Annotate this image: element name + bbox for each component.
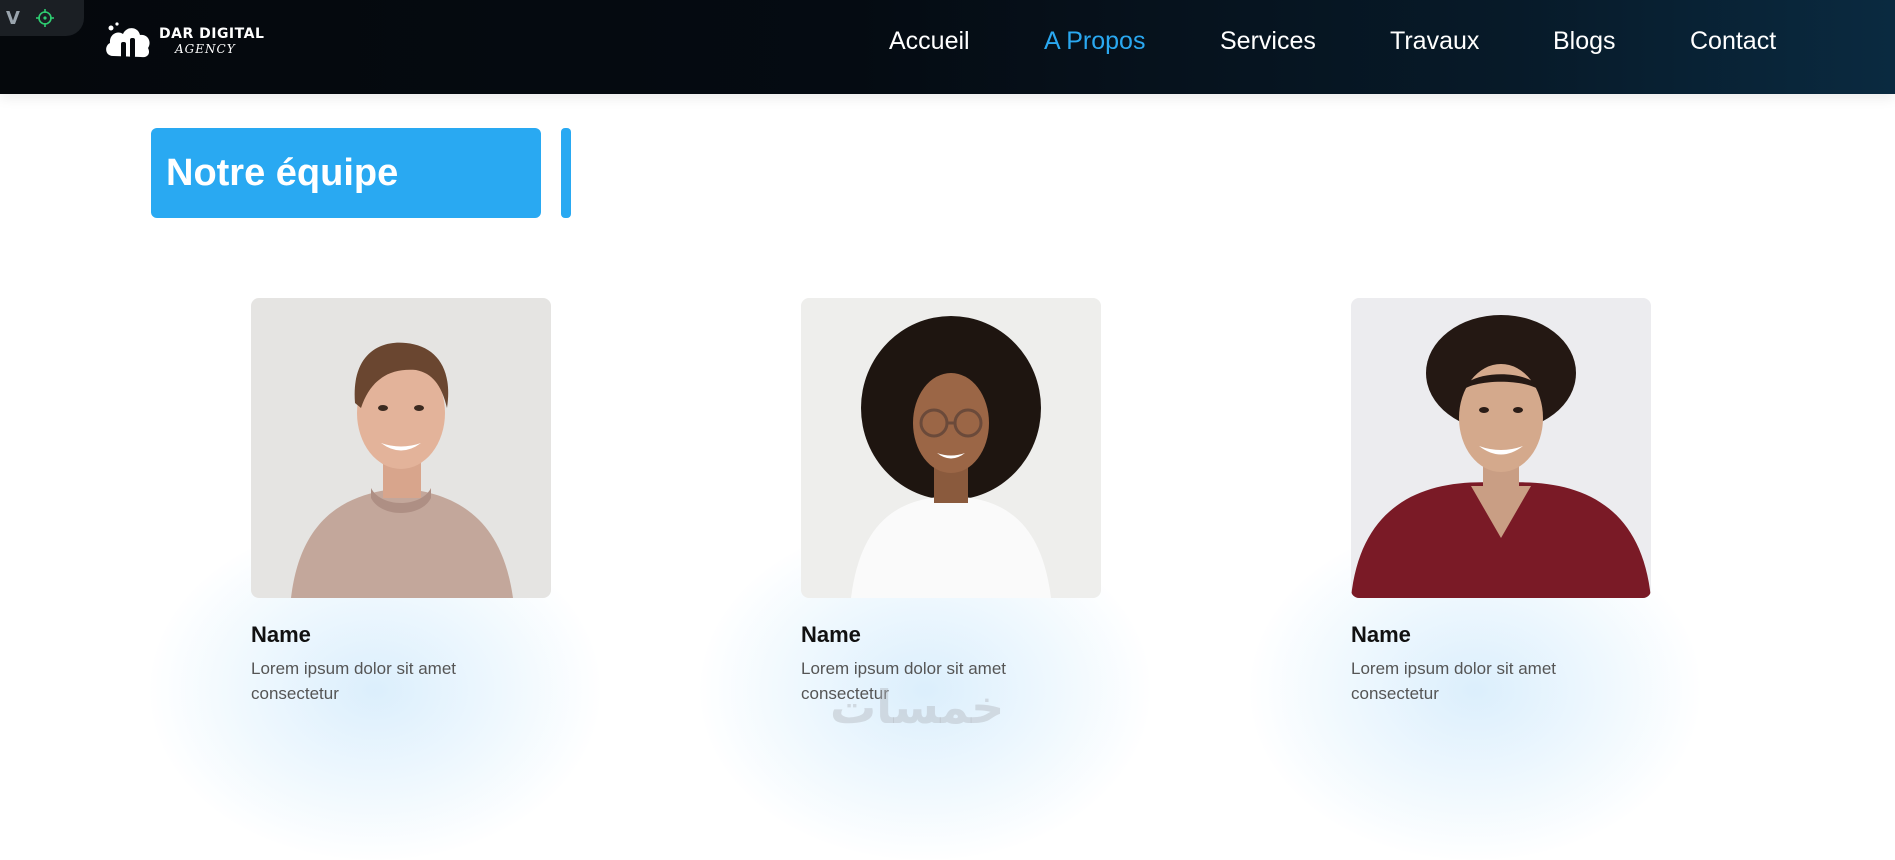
site-header: V DAR DIGITAL AGENCY Accueil A Propos Se… (0, 0, 1895, 94)
team-member-name: Name (1351, 622, 1411, 647)
team-member-description: Lorem ipsum dolor sit amet consectetur (1351, 659, 1557, 703)
section-title: Notre équipe (166, 151, 399, 194)
nav-link-blogs[interactable]: Blogs (1553, 27, 1616, 56)
dev-toolbar[interactable]: V (0, 0, 84, 36)
nav-link-services[interactable]: Services (1220, 27, 1316, 56)
team-member-photo (801, 298, 1101, 598)
team-card[interactable]: Name Lorem ipsum dolor sit amet consecte… (801, 298, 1101, 706)
site-logo[interactable]: DAR DIGITAL AGENCY (103, 20, 264, 62)
team-member-description: Lorem ipsum dolor sit amet consectetur (251, 659, 457, 703)
logo-line-2: AGENCY (175, 42, 236, 56)
logo-text: DAR DIGITAL AGENCY (159, 27, 264, 55)
nav-link-contact[interactable]: Contact (1690, 27, 1776, 56)
title-accent-bar (561, 128, 571, 218)
team-member-name: Name (251, 622, 311, 647)
crosshair-icon[interactable] (35, 9, 54, 27)
section-title-box: Notre équipe (151, 128, 541, 218)
team-member-photo (251, 298, 551, 598)
team-member-photo (1351, 298, 1651, 598)
nav-link-travaux[interactable]: Travaux (1390, 27, 1479, 56)
team-card[interactable]: Name Lorem ipsum dolor sit amet consecte… (251, 298, 551, 706)
nav-link-accueil[interactable]: Accueil (889, 27, 970, 56)
nav-link-a-propos[interactable]: A Propos (1044, 27, 1145, 56)
logo-line-1: DAR DIGITAL (159, 26, 265, 42)
dev-toolbar-logo[interactable]: V (6, 8, 20, 29)
watermark-text: خمسات (830, 680, 1005, 734)
team-member-name: Name (801, 622, 861, 647)
cloud-logo-icon (106, 22, 150, 58)
team-card[interactable]: Name Lorem ipsum dolor sit amet consecte… (1351, 298, 1651, 706)
